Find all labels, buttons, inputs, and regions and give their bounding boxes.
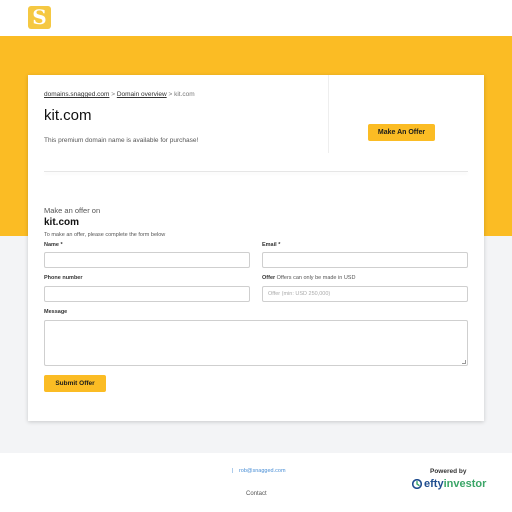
offer-label-text: Offer [262, 275, 276, 281]
submit-offer-button[interactable]: Submit Offer [44, 375, 106, 392]
make-offer-button[interactable]: Make An Offer [368, 124, 435, 141]
domain-card: domains.snagged.com > Domain overview > … [28, 75, 484, 421]
footer-pipe: | [232, 468, 234, 474]
top-bar: S [0, 0, 512, 36]
footer-email-line: | rob@snagged.com [232, 468, 286, 474]
offer-domain: kit.com [44, 217, 80, 228]
brand-part-efty: efty [424, 478, 444, 490]
footer-email-link[interactable]: rob@snagged.com [239, 468, 286, 474]
offer-amount-placeholder: Offer (min: USD 250,000) [268, 291, 331, 297]
breadcrumb-link-overview[interactable]: Domain overview [117, 91, 167, 98]
email-field[interactable] [262, 252, 468, 268]
powered-by-label: Powered by [430, 468, 467, 475]
eftyinvestor-wordmark: eftyinvestor [424, 477, 486, 491]
breadcrumb: domains.snagged.com > Domain overview > … [44, 91, 195, 98]
domain-title: kit.com [44, 107, 92, 124]
offer-label: Offer Offers can only be made in USD [262, 275, 355, 281]
breadcrumb-current: kit.com [174, 91, 195, 98]
brand-part-investor: investor [443, 478, 487, 490]
vertical-divider [328, 75, 329, 153]
snagged-logo[interactable]: S [28, 6, 51, 29]
phone-label: Phone number [44, 275, 83, 281]
offer-currency-note: Offers can only be made in USD [276, 275, 356, 281]
offer-heading: Make an offer on [44, 206, 101, 215]
availability-text: This premium domain name is available fo… [44, 137, 199, 144]
breadcrumb-separator: > [168, 91, 173, 98]
email-label: Email * [262, 242, 281, 248]
footer-contact-link[interactable]: Contact [246, 491, 267, 497]
resize-handle-icon[interactable] [462, 360, 466, 364]
eftyinvestor-icon [412, 479, 422, 489]
name-field[interactable] [44, 252, 250, 268]
offer-amount-field[interactable]: Offer (min: USD 250,000) [262, 286, 468, 302]
breadcrumb-separator: > [111, 91, 116, 98]
footer: | rob@snagged.com Contact Powered by eft… [0, 453, 512, 512]
offer-instructions: To make an offer, please complete the fo… [44, 232, 166, 238]
section-divider [44, 171, 468, 172]
phone-field[interactable] [44, 286, 250, 302]
name-label: Name * [44, 242, 63, 248]
message-textarea[interactable] [44, 320, 468, 366]
message-label: Message [44, 309, 68, 315]
breadcrumb-link-home[interactable]: domains.snagged.com [44, 91, 109, 98]
